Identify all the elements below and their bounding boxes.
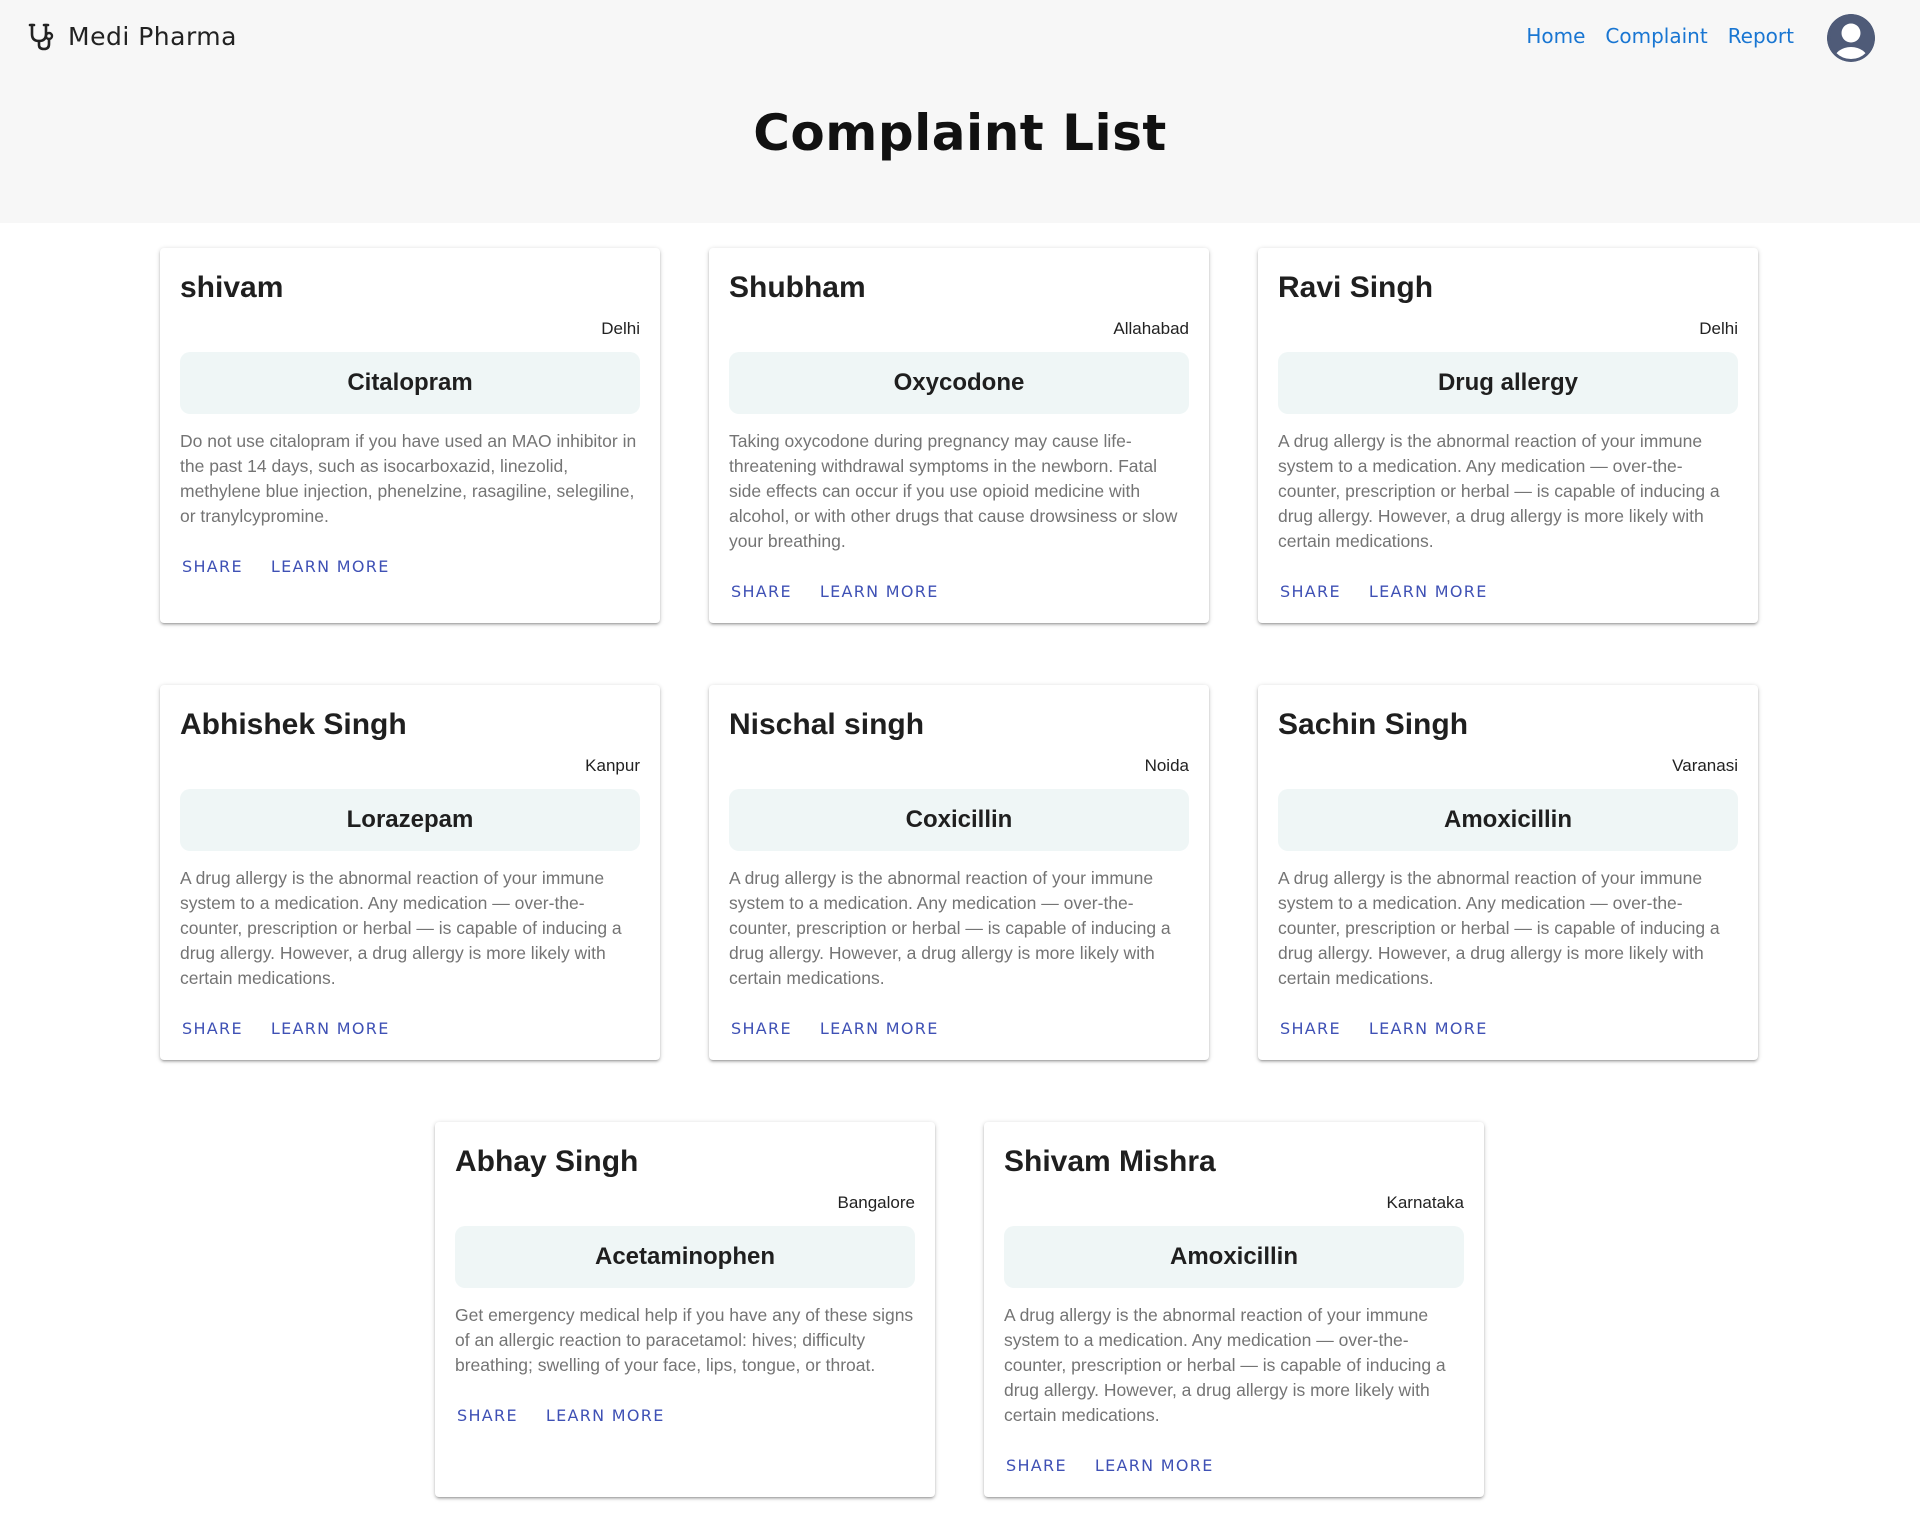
patient-name: Sachin Singh [1278,708,1469,741]
share-button[interactable]: SHARE [182,1015,243,1042]
drug-name: Drug allergy [1278,352,1738,414]
main-nav: Home Complaint Report [1526,24,1794,48]
complaint-card: Shubham Allahabad Oxycodone Taking oxyco… [709,248,1209,623]
learn-more-button[interactable]: LEARN MORE [1369,1015,1488,1042]
drug-name: Amoxicillin [1004,1226,1464,1288]
complaint-description: A drug allergy is the abnormal reaction … [729,868,1171,988]
learn-more-button[interactable]: LEARN MORE [820,1015,939,1042]
share-button[interactable]: SHARE [731,1015,792,1042]
patient-name: Shubham [729,271,866,304]
drug-name: Lorazepam [180,789,640,851]
complaint-description: A drug allergy is the abnormal reaction … [1278,431,1720,551]
complaint-description: A drug allergy is the abnormal reaction … [1004,1305,1446,1425]
patient-city: Allahabad [1113,319,1189,338]
patient-name: Abhishek Singh [180,708,407,741]
complaint-card: Abhay Singh Bangalore Acetaminophen Get … [435,1122,935,1497]
learn-more-button[interactable]: LEARN MORE [271,1015,390,1042]
nav-link-home[interactable]: Home [1526,24,1585,48]
share-button[interactable]: SHARE [182,553,243,580]
share-button[interactable]: SHARE [731,578,792,605]
card-actions: SHARE LEARN MORE [455,1378,915,1447]
brand-name: Medi Pharma [68,21,237,51]
nav-link-report[interactable]: Report [1728,24,1794,48]
patient-city: Delhi [601,319,640,338]
complaint-card: Shivam Mishra Karnataka Amoxicillin A dr… [984,1122,1484,1497]
drug-name: Coxicillin [729,789,1189,851]
page-title: Complaint List [753,104,1167,162]
learn-more-button[interactable]: LEARN MORE [1095,1452,1214,1479]
complaint-card: Nischal singh Noida Coxicillin A drug al… [709,685,1209,1060]
nav-link-complaint[interactable]: Complaint [1605,24,1707,48]
card-actions: SHARE LEARN MORE [180,529,640,598]
card-row: Abhay Singh Bangalore Acetaminophen Get … [435,1122,1484,1497]
drug-name: Citalopram [180,352,640,414]
patient-city: Karnataka [1386,1193,1465,1212]
user-avatar-button[interactable] [1827,14,1875,62]
card-row: Abhishek Singh Kanpur Lorazepam A drug a… [160,685,1758,1060]
card-actions: SHARE LEARN MORE [729,991,1189,1060]
drug-name: Acetaminophen [455,1226,915,1288]
patient-name: Abhay Singh [455,1145,639,1178]
card-actions: SHARE LEARN MORE [1278,554,1738,623]
page-header: Medi Pharma Home Complaint Report Compla… [0,0,1920,223]
card-actions: SHARE LEARN MORE [729,554,1189,623]
drug-name: Amoxicillin [1278,789,1738,851]
share-button[interactable]: SHARE [1280,1015,1341,1042]
patient-name: Shivam Mishra [1004,1145,1216,1178]
complaint-card: Ravi Singh Delhi Drug allergy A drug all… [1258,248,1758,623]
share-button[interactable]: SHARE [1280,578,1341,605]
complaint-description: Get emergency medical help if you have a… [455,1305,914,1375]
learn-more-button[interactable]: LEARN MORE [1369,578,1488,605]
share-button[interactable]: SHARE [457,1402,518,1429]
stethoscope-icon [28,23,54,51]
complaint-description: Do not use citalopram if you have used a… [180,431,637,526]
patient-city: Bangalore [837,1193,915,1212]
card-actions: SHARE LEARN MORE [1004,1428,1464,1497]
patient-name: shivam [180,271,284,304]
patient-name: Ravi Singh [1278,271,1434,304]
share-button[interactable]: SHARE [1006,1452,1067,1479]
patient-name: Nischal singh [729,708,925,741]
card-actions: SHARE LEARN MORE [180,991,640,1060]
brand[interactable]: Medi Pharma [26,20,237,52]
learn-more-button[interactable]: LEARN MORE [820,578,939,605]
patient-city: Varanasi [1672,756,1738,775]
card-row: shivam Delhi Citalopram Do not use cital… [160,248,1758,623]
complaint-description: A drug allergy is the abnormal reaction … [180,868,622,988]
card-actions: SHARE LEARN MORE [1278,991,1738,1060]
patient-city: Noida [1144,756,1189,775]
learn-more-button[interactable]: LEARN MORE [271,553,390,580]
learn-more-button[interactable]: LEARN MORE [546,1402,665,1429]
complaint-description: Taking oxycodone during pregnancy may ca… [729,431,1178,551]
patient-city: Delhi [1699,319,1738,338]
complaint-card: Abhishek Singh Kanpur Lorazepam A drug a… [160,685,660,1060]
patient-city: Kanpur [585,756,640,775]
drug-name: Oxycodone [729,352,1189,414]
user-avatar-icon [1827,14,1875,62]
complaint-card: shivam Delhi Citalopram Do not use cital… [160,248,660,623]
complaint-description: A drug allergy is the abnormal reaction … [1278,868,1720,988]
complaint-card: Sachin Singh Varanasi Amoxicillin A drug… [1258,685,1758,1060]
